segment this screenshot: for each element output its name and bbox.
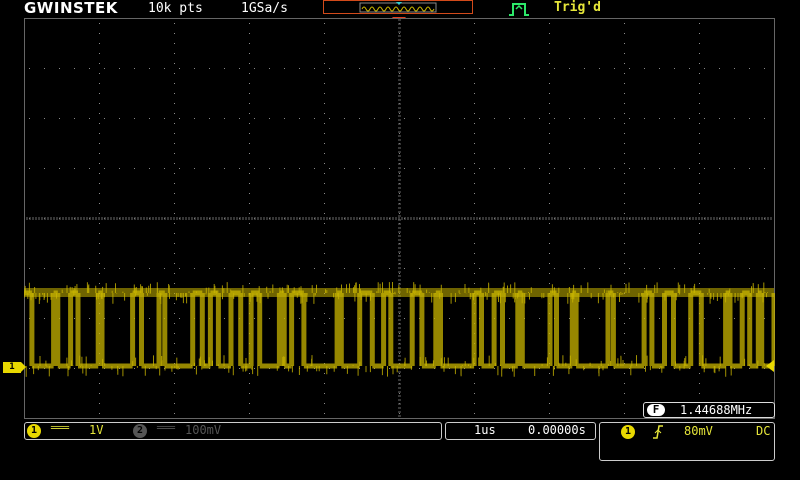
ch1-scale[interactable]: 1V	[89, 423, 103, 437]
timebase-info-bar[interactable]: 1us 0.00000s	[445, 422, 596, 440]
memory-window-bar[interactable]	[323, 0, 473, 14]
trigger-pulse-icon	[509, 3, 529, 16]
trigger-source-badge: 1	[621, 425, 635, 439]
ch2-scale[interactable]: 100mV	[185, 423, 221, 437]
top-status-bar: GWINSTEK 10k pts 1GSa/s Trig'd	[0, 0, 800, 18]
frequency-badge: F	[647, 404, 665, 416]
trigger-info-bar[interactable]: 1 80mV DC	[599, 422, 775, 461]
sample-rate: 1GSa/s	[241, 1, 288, 16]
frequency-value: 1.44688MHz	[680, 403, 753, 417]
trigger-status: Trig'd	[554, 0, 601, 15]
waveform-display[interactable]	[24, 18, 775, 419]
ch1-ground-marker[interactable]: 1	[3, 362, 26, 373]
channel-info-bar[interactable]: 1 ═══ 1V 2 ═══ 100mV	[24, 422, 442, 440]
rising-edge-icon	[653, 425, 663, 439]
trigger-level-marker[interactable]	[766, 360, 774, 372]
brand-logo: GWINSTEK	[24, 0, 118, 17]
record-length[interactable]: 10k pts	[148, 1, 203, 16]
timebase-scale[interactable]: 1us	[474, 423, 496, 437]
frequency-measurement: F 1.44688MHz	[643, 402, 775, 418]
ch2-coupling-icon: ═══	[157, 423, 176, 434]
ch1-badge: 1	[27, 424, 41, 438]
trigger-coupling[interactable]: DC	[756, 424, 770, 438]
memory-window-waveform	[359, 2, 437, 13]
horizontal-position[interactable]: 0.00000s	[528, 423, 586, 437]
ch2-badge: 2	[133, 424, 147, 438]
ch1-coupling-icon: ═══	[51, 423, 70, 434]
trigger-level[interactable]: 80mV	[684, 424, 713, 438]
